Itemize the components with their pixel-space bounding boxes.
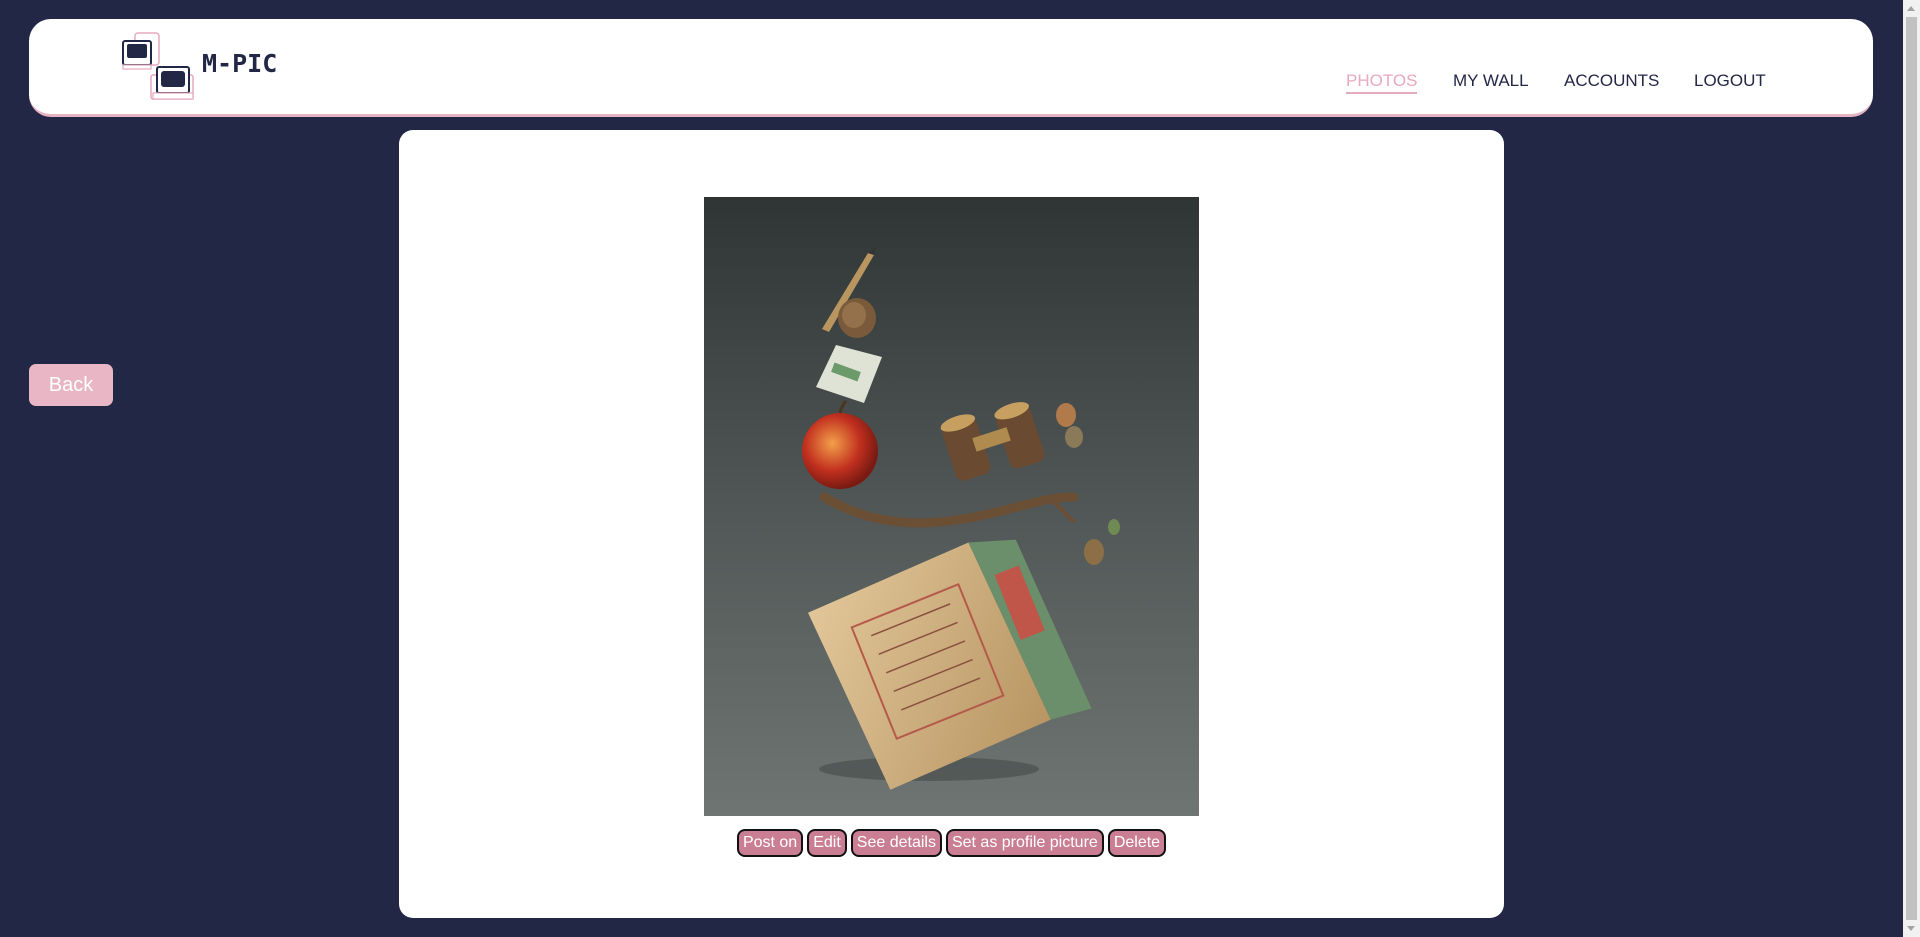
scroll-thumb[interactable] (1906, 17, 1917, 920)
nav-accounts[interactable]: ACCOUNTS (1564, 71, 1659, 91)
nav-logout[interactable]: LOGOUT (1694, 71, 1766, 91)
main-nav: PHOTOS MY WALL ACCOUNTS LOGOUT (29, 71, 1873, 95)
photo-actions: Post on Edit See details Set as profile … (399, 829, 1504, 857)
back-button[interactable]: Back (29, 364, 113, 406)
set-profile-picture-button[interactable]: Set as profile picture (945, 829, 1104, 857)
nav-photos[interactable]: PHOTOS (1346, 71, 1418, 94)
nav-my-wall[interactable]: MY WALL (1453, 71, 1529, 91)
top-header: M-PIC PHOTOS MY WALL ACCOUNTS LOGOUT (29, 19, 1873, 117)
edit-button[interactable]: Edit (807, 829, 847, 857)
scroll-down-icon[interactable] (1907, 926, 1915, 931)
scroll-up-icon[interactable] (1907, 6, 1915, 11)
photo-card: Post on Edit See details Set as profile … (399, 130, 1504, 918)
see-details-button[interactable]: See details (850, 829, 942, 857)
post-on-button[interactable]: Post on (736, 829, 804, 857)
delete-button[interactable]: Delete (1107, 829, 1167, 857)
vertical-scrollbar[interactable] (1903, 0, 1920, 937)
balanced-objects-photo (704, 197, 1199, 816)
